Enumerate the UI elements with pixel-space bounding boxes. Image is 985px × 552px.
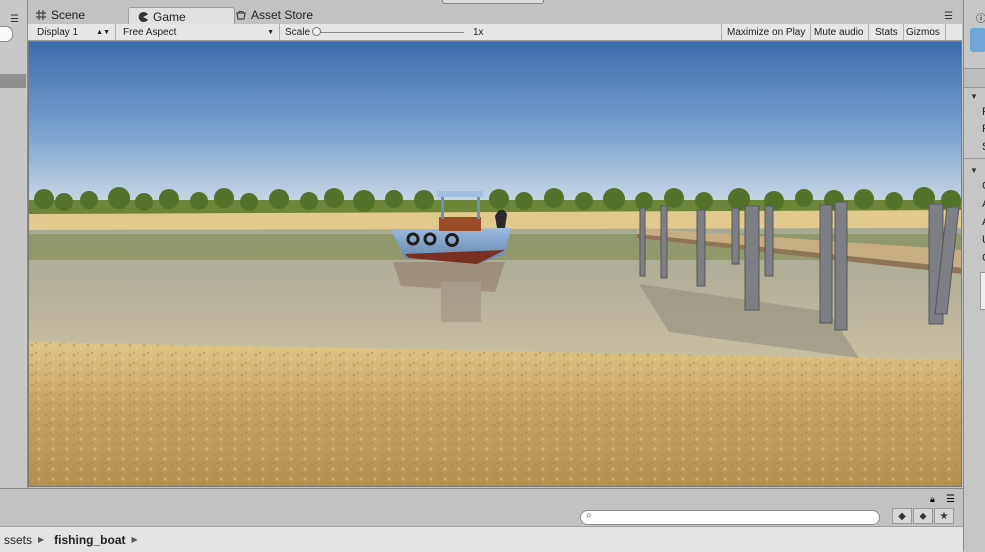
tab-scene-label: Scene: [51, 8, 86, 22]
inspector-preview-box: [980, 272, 985, 310]
hierarchy-selected-row[interactable]: [0, 74, 26, 88]
info-icon[interactable]: ⓘ: [976, 10, 985, 25]
maximize-on-play-button[interactable]: Maximize on Play: [721, 24, 812, 40]
project-panel-header: [0, 488, 963, 507]
aspect-dropdown-label: Free Aspect: [123, 26, 177, 38]
tab-game[interactable]: Game: [128, 7, 235, 25]
tab-asset-store-label: Asset Store: [251, 8, 314, 22]
lock-icon[interactable]: 🔒︎: [930, 494, 935, 505]
filter-by-type-button[interactable]: ◆: [892, 508, 912, 524]
hierarchy-search-field[interactable]: [0, 26, 13, 42]
divider: [964, 158, 985, 159]
breadcrumb: ssets ▶ fishing_boat ▶: [0, 526, 963, 552]
toolbar-edge: [442, 0, 544, 4]
chevron-right-icon: ▶: [38, 535, 45, 544]
search-icon: ⌕: [586, 510, 592, 521]
dropdown-arrow-icon: ▼: [267, 28, 274, 36]
display-dropdown-label: Display 1: [37, 26, 79, 38]
tag-icon: ⬥: [919, 510, 927, 522]
object-cube-icon: [970, 28, 985, 52]
aspect-dropdown[interactable]: Free Aspect ▼: [118, 24, 280, 40]
collapse-triangle-icon[interactable]: ▼: [970, 92, 978, 101]
tab-scene[interactable]: Scene: [36, 6, 85, 24]
store-icon: [236, 11, 246, 20]
project-search-input[interactable]: ⌕: [580, 510, 880, 525]
dropdown-arrow-icon: ▲▼: [96, 28, 110, 36]
game-view-toolbar: Display 1 ▲▼ Free Aspect ▼ Scale 1x Maxi…: [28, 24, 978, 41]
game-scene-render: [29, 42, 961, 486]
scale-slider-track[interactable]: [316, 32, 464, 33]
inspector-panel: ⓘ ▼ P P S ▼ C A A U C: [963, 0, 985, 551]
scale-value: 1x: [473, 26, 484, 38]
hierarchy-panel: ☰: [0, 0, 28, 490]
breadcrumb-current[interactable]: fishing_boat: [54, 533, 125, 547]
gizmos-button[interactable]: Gizmos: [901, 24, 946, 40]
mute-audio-button[interactable]: Mute audio: [809, 24, 870, 40]
star-icon: ★: [939, 510, 949, 522]
tab-asset-store[interactable]: Asset Store: [236, 6, 313, 24]
breadcrumb-root[interactable]: ssets: [4, 533, 32, 547]
game-viewport[interactable]: [28, 41, 962, 487]
filter-type-icon: ◆: [898, 510, 906, 522]
display-dropdown[interactable]: Display 1 ▲▼: [32, 24, 116, 40]
favorites-button[interactable]: ★: [934, 508, 954, 524]
project-menu-icon[interactable]: ☰: [946, 494, 955, 505]
filter-by-label-button[interactable]: ⬥: [913, 508, 933, 524]
scale-label: Scale: [285, 26, 311, 38]
stats-button[interactable]: Stats: [870, 24, 904, 40]
collapse-triangle-icon[interactable]: ▼: [970, 166, 978, 175]
pacman-icon: [138, 11, 148, 22]
grid-icon: [36, 10, 46, 20]
scale-slider-handle[interactable]: [312, 27, 321, 36]
inspector-header-row: [964, 68, 985, 88]
panel-menu-icon[interactable]: ☰: [10, 14, 19, 25]
tab-game-label: Game: [153, 9, 186, 24]
chevron-right-icon: ▶: [131, 535, 138, 544]
game-panel-menu-icon[interactable]: ☰: [944, 11, 953, 22]
